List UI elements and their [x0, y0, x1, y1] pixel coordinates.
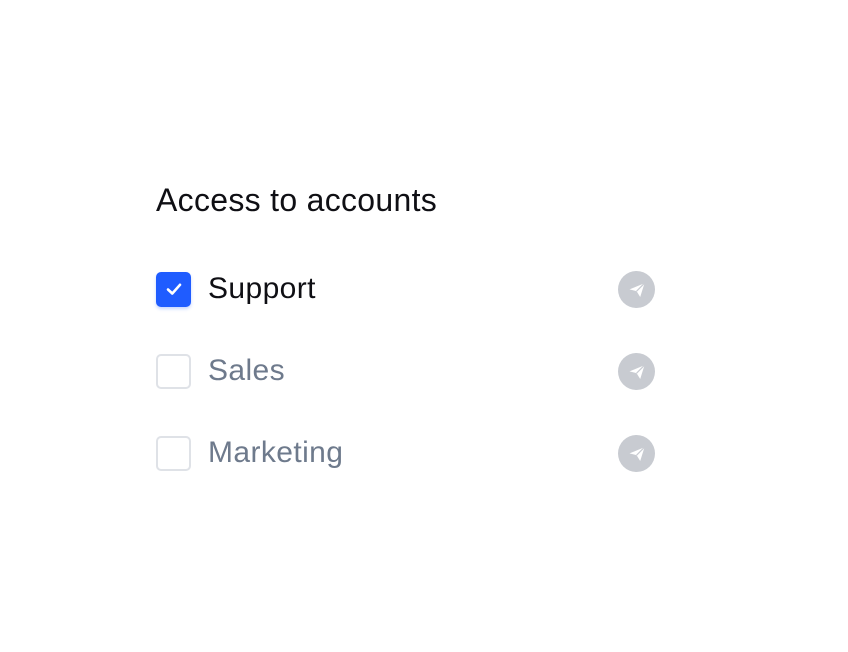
send-icon [629, 446, 645, 461]
send-icon [629, 282, 645, 297]
account-row-sales[interactable]: Sales [156, 352, 656, 390]
section-title: Access to accounts [156, 182, 438, 218]
account-label: Marketing [208, 436, 344, 469]
access-panel: Access to accounts Support Sales Marketi… [156, 178, 656, 516]
account-row-marketing[interactable]: Marketing [156, 434, 656, 472]
account-label: Support [208, 272, 316, 305]
send-button-sales[interactable] [618, 353, 655, 390]
send-button-support[interactable] [618, 271, 655, 308]
checkbox-marketing[interactable] [156, 435, 191, 471]
checkmark-icon [166, 283, 181, 295]
checkbox-support[interactable] [156, 271, 191, 307]
send-icon [629, 364, 645, 379]
account-row-support[interactable]: Support [156, 270, 656, 308]
account-list: Support Sales Marketing [156, 270, 656, 472]
send-button-marketing[interactable] [618, 435, 655, 472]
checkbox-sales[interactable] [156, 353, 191, 389]
account-label: Sales [208, 354, 286, 387]
